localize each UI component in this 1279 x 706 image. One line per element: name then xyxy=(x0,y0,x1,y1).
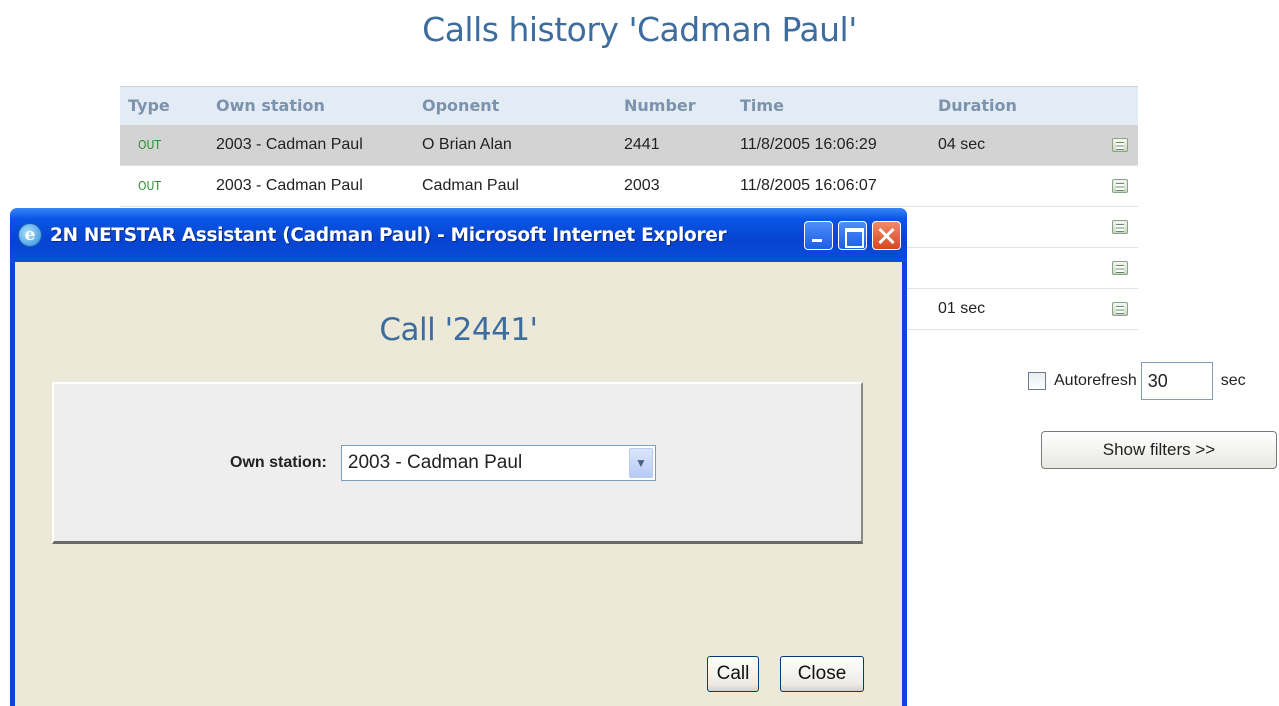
window-titlebar[interactable]: e 2N NETSTAR Assistant (Cadman Paul) - M… xyxy=(10,208,907,262)
number-cell: 2003 xyxy=(616,165,732,207)
duration-cell xyxy=(930,247,1090,289)
autorefresh-control: Autorefresh sec xyxy=(1028,362,1246,400)
dialog-title: Call '2441' xyxy=(379,312,538,348)
duration-cell xyxy=(930,206,1090,248)
own-station-cell: 2003 - Cadman Paul xyxy=(208,165,414,207)
number-cell: 2441 xyxy=(616,124,732,166)
call-button[interactable]: Call xyxy=(707,656,759,692)
column-header-oponent[interactable]: Oponent xyxy=(414,86,616,125)
own-station-cell: 2003 - Cadman Paul xyxy=(208,124,414,166)
column-header-duration[interactable]: Duration xyxy=(930,86,1090,125)
call-type: OUT xyxy=(120,124,208,166)
show-filters-button[interactable]: Show filters >> xyxy=(1041,431,1277,469)
column-header-detail xyxy=(1090,86,1138,125)
page-title: Calls history 'Cadman Paul' xyxy=(422,10,857,49)
autorefresh-label: Autorefresh xyxy=(1054,372,1137,389)
oponent-cell: O Brian Alan xyxy=(414,124,616,166)
duration-cell xyxy=(930,165,1090,207)
ie-popup-window: e 2N NETSTAR Assistant (Cadman Paul) - M… xyxy=(10,208,907,706)
close-window-button[interactable] xyxy=(872,220,901,250)
column-header-time[interactable]: Time xyxy=(732,86,930,125)
maximize-button[interactable] xyxy=(838,220,867,250)
own-station-label: Own station: xyxy=(230,454,327,471)
table-row[interactable]: OUT 2003 - Cadman Paul O Brian Alan 2441… xyxy=(120,124,1138,166)
chevron-down-icon[interactable]: ▼ xyxy=(628,448,653,478)
time-cell: 11/8/2005 16:06:29 xyxy=(732,124,930,166)
autorefresh-interval-input[interactable] xyxy=(1140,362,1213,400)
duration-cell: 04 sec xyxy=(930,124,1090,166)
call-form-panel: Own station: 2003 - Cadman Paul ▼ xyxy=(52,382,863,544)
table-row[interactable]: OUT 2003 - Cadman Paul Cadman Paul 2003 … xyxy=(120,165,1138,207)
time-cell: 11/8/2005 16:06:07 xyxy=(732,165,930,207)
column-header-number[interactable]: Number xyxy=(616,86,732,125)
autorefresh-checkbox[interactable] xyxy=(1028,372,1046,390)
oponent-cell: Cadman Paul xyxy=(414,165,616,207)
detail-icon[interactable] xyxy=(1112,260,1128,275)
detail-icon[interactable] xyxy=(1112,219,1128,234)
minimize-button[interactable] xyxy=(804,220,833,250)
popup-content: Call '2441' Own station: 2003 - Cadman P… xyxy=(15,262,902,706)
close-button[interactable]: Close xyxy=(780,656,864,692)
autorefresh-unit-label: sec xyxy=(1220,372,1246,389)
table-header-row: Type Own station Oponent Number Time Dur… xyxy=(120,86,1138,125)
detail-icon[interactable] xyxy=(1112,178,1128,193)
detail-icon[interactable] xyxy=(1112,137,1128,152)
window-title: 2N NETSTAR Assistant (Cadman Paul) - Mic… xyxy=(50,224,727,246)
call-type: OUT xyxy=(120,165,208,207)
column-header-type[interactable]: Type xyxy=(120,86,208,125)
own-station-field: Own station: 2003 - Cadman Paul ▼ xyxy=(230,445,656,481)
own-station-select[interactable]: 2003 - Cadman Paul ▼ xyxy=(340,445,656,481)
column-header-own-station[interactable]: Own station xyxy=(208,86,414,125)
internet-explorer-icon: e xyxy=(18,223,42,247)
own-station-selected-value: 2003 - Cadman Paul xyxy=(347,452,523,473)
duration-cell: 01 sec xyxy=(930,288,1090,330)
detail-icon[interactable] xyxy=(1112,301,1128,316)
